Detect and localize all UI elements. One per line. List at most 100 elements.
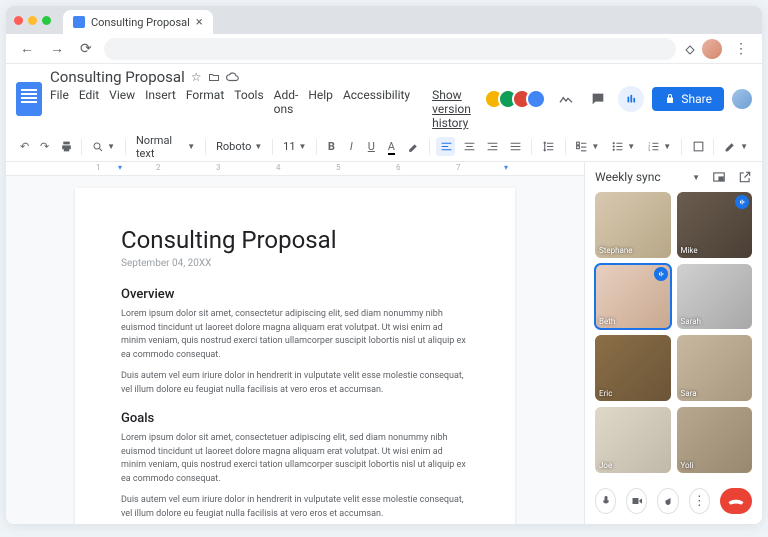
doc-paragraph[interactable]: Lorem ipsum dolor sit amet, consectetur … bbox=[121, 308, 469, 362]
forward-button[interactable]: → bbox=[46, 38, 68, 59]
font-size-select[interactable]: 11▼ bbox=[279, 138, 310, 155]
clear-format-button[interactable] bbox=[688, 137, 707, 156]
participant-name: Eric bbox=[599, 389, 612, 398]
profile-avatar[interactable] bbox=[702, 39, 722, 59]
reload-button[interactable]: ⟳ bbox=[76, 39, 96, 59]
raise-hand-button[interactable] bbox=[657, 488, 678, 514]
picture-in-picture-icon[interactable] bbox=[712, 170, 726, 184]
menu-addons[interactable]: Add-ons bbox=[274, 88, 299, 130]
menu-edit[interactable]: Edit bbox=[79, 88, 99, 130]
doc-heading-overview[interactable]: Overview bbox=[121, 287, 469, 302]
participant-tile[interactable]: Sarah bbox=[677, 264, 753, 330]
activity-icon[interactable] bbox=[554, 87, 578, 111]
menu-file[interactable]: File bbox=[50, 88, 69, 130]
zoom-select[interactable]: ▼ bbox=[88, 139, 119, 155]
underline-button[interactable]: U bbox=[363, 137, 379, 156]
line-spacing-button[interactable] bbox=[538, 138, 559, 155]
speaking-indicator-icon bbox=[735, 195, 749, 209]
docs-favicon bbox=[73, 16, 85, 28]
lock-icon bbox=[664, 93, 676, 105]
participant-name: Joe bbox=[599, 461, 612, 470]
share-button[interactable]: Share bbox=[652, 87, 724, 111]
participant-name: Sarah bbox=[681, 317, 701, 326]
document-page[interactable]: Consulting Proposal September 04, 20XX O… bbox=[75, 188, 515, 524]
participant-tile[interactable]: Eric bbox=[595, 335, 671, 401]
more-options-button[interactable]: ⋮ bbox=[689, 488, 710, 514]
participant-tile[interactable]: Stephane bbox=[595, 192, 671, 258]
speaking-indicator-icon bbox=[654, 267, 668, 281]
style-select[interactable]: Normal text▼ bbox=[132, 132, 199, 162]
editing-mode-button[interactable]: ▼ bbox=[720, 138, 752, 155]
participant-tile[interactable]: Yoli bbox=[677, 407, 753, 473]
indent-marker-icon[interactable]: ▾ bbox=[118, 163, 122, 172]
participant-tile[interactable]: Sara bbox=[677, 335, 753, 401]
participant-tile[interactable]: Mike bbox=[677, 192, 753, 258]
bold-button[interactable]: B bbox=[323, 137, 339, 156]
camera-button[interactable] bbox=[626, 488, 647, 514]
doc-date[interactable]: September 04, 20XX bbox=[121, 258, 469, 269]
collaborator-avatars[interactable] bbox=[484, 89, 546, 109]
menu-insert[interactable]: Insert bbox=[145, 88, 176, 130]
numbered-list-button[interactable]: 123▼ bbox=[643, 138, 675, 155]
bullet-list-button[interactable]: ▼ bbox=[607, 138, 639, 155]
move-icon[interactable] bbox=[208, 71, 220, 83]
browser-address-bar: ← → ⟳ ⋮ bbox=[6, 34, 762, 64]
highlight-button[interactable] bbox=[403, 137, 422, 156]
meet-title[interactable]: Weekly sync bbox=[595, 170, 686, 184]
version-history-link[interactable]: Show version history bbox=[432, 88, 476, 130]
window-close-btn[interactable] bbox=[14, 16, 23, 25]
url-input[interactable] bbox=[104, 38, 676, 60]
close-tab-icon[interactable]: × bbox=[196, 15, 203, 30]
align-justify-button[interactable] bbox=[505, 137, 524, 156]
menu-accessibility[interactable]: Accessibility bbox=[343, 88, 410, 130]
collaborator-avatar[interactable] bbox=[526, 89, 546, 109]
undo-button[interactable]: ↶ bbox=[16, 137, 32, 156]
text-color-button[interactable]: A bbox=[383, 137, 399, 156]
window-maximize-btn[interactable] bbox=[42, 16, 51, 25]
menu-help[interactable]: Help bbox=[308, 88, 333, 130]
print-button[interactable] bbox=[56, 137, 75, 156]
browser-tab-bar: Consulting Proposal × bbox=[6, 6, 762, 34]
mute-button[interactable] bbox=[595, 488, 616, 514]
star-icon[interactable]: ☆ bbox=[191, 70, 202, 84]
comments-icon[interactable] bbox=[586, 87, 610, 111]
hangup-button[interactable] bbox=[720, 488, 752, 514]
participant-tile[interactable]: Beth bbox=[595, 264, 671, 330]
align-left-button[interactable] bbox=[436, 137, 455, 156]
browser-menu-icon[interactable]: ⋮ bbox=[730, 41, 752, 57]
extensions-icon[interactable] bbox=[684, 44, 694, 54]
meet-controls: ⋮ bbox=[585, 478, 762, 524]
doc-heading-goals[interactable]: Goals bbox=[121, 411, 469, 426]
checklist-button[interactable]: ▼ bbox=[571, 138, 603, 155]
align-center-button[interactable] bbox=[459, 137, 478, 156]
participant-name: Mike bbox=[681, 246, 698, 255]
chevron-down-icon[interactable]: ▼ bbox=[692, 173, 700, 182]
font-select[interactable]: Roboto▼ bbox=[212, 138, 266, 155]
document-title[interactable]: Consulting Proposal bbox=[50, 68, 185, 86]
menu-view[interactable]: View bbox=[109, 88, 135, 130]
participant-tile[interactable]: Joe bbox=[595, 407, 671, 473]
tab-title-text: Consulting Proposal bbox=[91, 16, 190, 29]
redo-button[interactable]: ↷ bbox=[36, 137, 52, 156]
doc-paragraph[interactable]: Lorem ipsum dolor sit amet, consectetuer… bbox=[121, 432, 469, 486]
docs-logo-icon[interactable] bbox=[16, 82, 42, 116]
indent-marker-icon[interactable]: ▾ bbox=[504, 163, 508, 172]
window-minimize-btn[interactable] bbox=[28, 16, 37, 25]
document-canvas[interactable]: 1 2 3 4 5 6 7 ▾ ▾ Consulting Proposal Se… bbox=[6, 162, 584, 524]
menu-format[interactable]: Format bbox=[186, 88, 224, 130]
italic-button[interactable]: I bbox=[343, 137, 359, 156]
ruler[interactable]: 1 2 3 4 5 6 7 ▾ ▾ bbox=[6, 162, 584, 176]
participant-name: Sara bbox=[681, 389, 697, 398]
account-avatar[interactable] bbox=[732, 89, 752, 109]
align-right-button[interactable] bbox=[482, 137, 501, 156]
menu-tools[interactable]: Tools bbox=[234, 88, 263, 130]
participant-name: Stephane bbox=[599, 246, 633, 255]
doc-paragraph[interactable]: Duis autem vel eum iriure dolor in hendr… bbox=[121, 494, 469, 521]
doc-heading-title[interactable]: Consulting Proposal bbox=[121, 226, 469, 254]
browser-tab[interactable]: Consulting Proposal × bbox=[63, 10, 213, 34]
meet-toggle-button[interactable] bbox=[618, 86, 644, 112]
popout-icon[interactable] bbox=[738, 170, 752, 184]
back-button[interactable]: ← bbox=[16, 38, 38, 59]
doc-paragraph[interactable]: Duis autem vel eum iriure dolor in hendr… bbox=[121, 370, 469, 397]
cloud-status-icon[interactable] bbox=[226, 71, 240, 83]
